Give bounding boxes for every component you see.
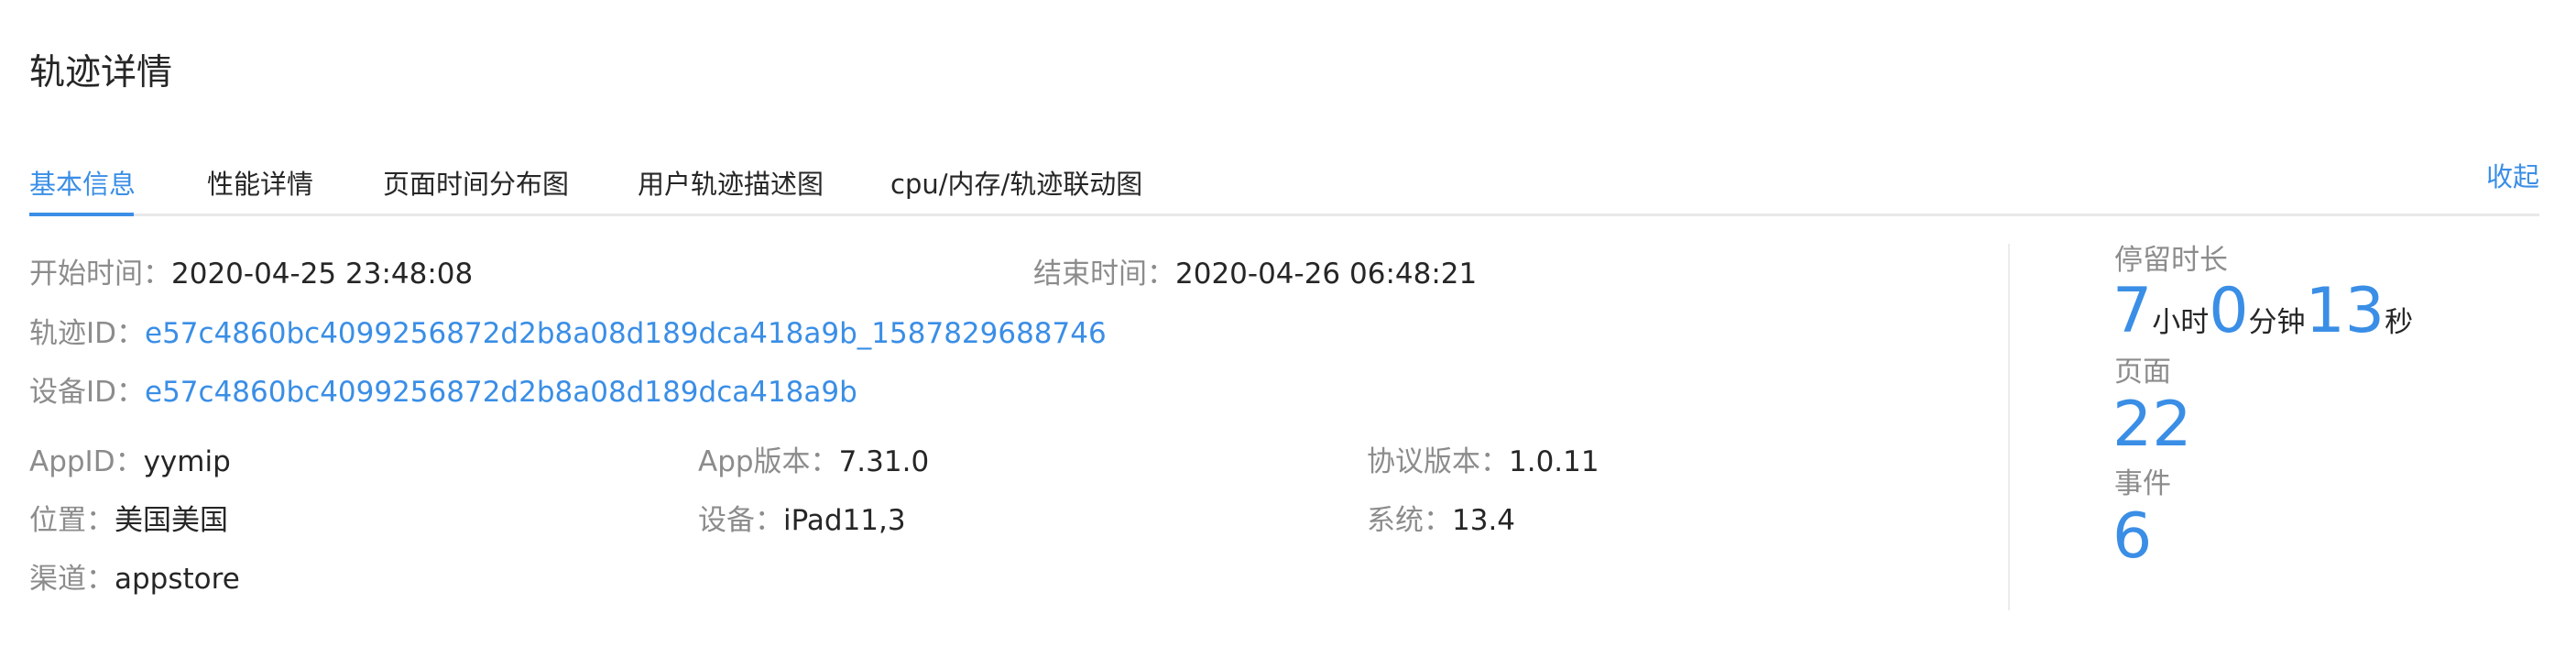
end-time-row: 结束时间：2020-04-26 06:48:21 <box>1033 254 1477 294</box>
duration-minutes-unit: 分钟 <box>2248 306 2306 339</box>
track-id-link[interactable]: e57c4860bc4099256872d2b8a08d189dca418a9b… <box>145 317 1107 350</box>
duration-seconds: 13 <box>2305 275 2385 347</box>
system-row: 系统：13.4 <box>1367 500 1515 541</box>
device-label: 设备： <box>698 504 783 537</box>
location-row: 位置：美国美国 <box>29 500 228 541</box>
pages-label: 页面 <box>2114 356 2171 389</box>
appid-label: AppID： <box>29 445 144 478</box>
system-label: 系统： <box>1367 504 1452 537</box>
protocol-version-value: 1.0.11 <box>1509 445 1599 478</box>
tab-cpu-memory-track[interactable]: cpu/内存/轨迹联动图 <box>890 165 1142 203</box>
start-time-row: 开始时间：2020-04-25 23:48:08 <box>29 254 473 294</box>
location-label: 位置： <box>29 504 115 537</box>
protocol-version-row: 协议版本：1.0.11 <box>1367 442 1599 482</box>
channel-row: 渠道：appstore <box>29 559 240 599</box>
app-version-label: App版本： <box>698 445 839 478</box>
channel-label: 渠道： <box>29 563 115 596</box>
duration-value: 7小时0分钟13秒 <box>2112 275 2413 364</box>
duration-minutes: 0 <box>2209 275 2249 347</box>
track-id-label: 轨迹ID： <box>29 317 146 350</box>
vertical-divider <box>2008 244 2010 610</box>
app-version-row: App版本：7.31.0 <box>698 442 929 482</box>
track-id-row: 轨迹ID：e57c4860bc4099256872d2b8a08d189dca4… <box>29 313 1107 354</box>
tab-basic-info[interactable]: 基本信息 <box>29 165 136 203</box>
tab-page-time-distribution[interactable]: 页面时间分布图 <box>383 165 569 203</box>
appid-row: AppID：yymip <box>29 442 231 482</box>
end-time-value: 2020-04-26 06:48:21 <box>1175 258 1478 291</box>
page-title: 轨迹详情 <box>29 52 173 93</box>
events-value: 6 <box>2112 500 2153 573</box>
tab-user-track-description[interactable]: 用户轨迹描述图 <box>638 165 824 203</box>
collapse-link[interactable]: 收起 <box>2486 158 2539 196</box>
pages-value: 22 <box>2112 389 2192 461</box>
active-tab-indicator <box>29 213 134 216</box>
system-value: 13.4 <box>1452 504 1516 537</box>
device-row: 设备：iPad11,3 <box>698 500 906 541</box>
tab-bar: 基本信息 性能详情 页面时间分布图 用户轨迹描述图 cpu/内存/轨迹联动图 收… <box>29 156 2539 216</box>
appid-value: yymip <box>143 445 231 478</box>
duration-hours: 7 <box>2112 275 2153 347</box>
channel-value: appstore <box>115 563 240 596</box>
duration-hours-unit: 小时 <box>2152 306 2210 339</box>
duration-seconds-unit: 秒 <box>2385 306 2414 339</box>
device-value: iPad11,3 <box>783 504 906 537</box>
device-id-label: 设备ID： <box>29 376 146 409</box>
tab-performance[interactable]: 性能详情 <box>207 165 313 203</box>
app-version-value: 7.31.0 <box>838 445 930 478</box>
protocol-version-label: 协议版本： <box>1367 445 1509 478</box>
device-id-link[interactable]: e57c4860bc4099256872d2b8a08d189dca418a9b <box>145 376 857 409</box>
events-label: 事件 <box>2114 467 2171 500</box>
location-value: 美国美国 <box>115 504 228 537</box>
start-time-value: 2020-04-25 23:48:08 <box>171 258 474 291</box>
tabs-divider <box>29 214 2539 216</box>
start-time-label: 开始时间： <box>29 258 171 291</box>
device-id-row: 设备ID：e57c4860bc4099256872d2b8a08d189dca4… <box>29 372 857 412</box>
end-time-label: 结束时间： <box>1033 258 1175 291</box>
